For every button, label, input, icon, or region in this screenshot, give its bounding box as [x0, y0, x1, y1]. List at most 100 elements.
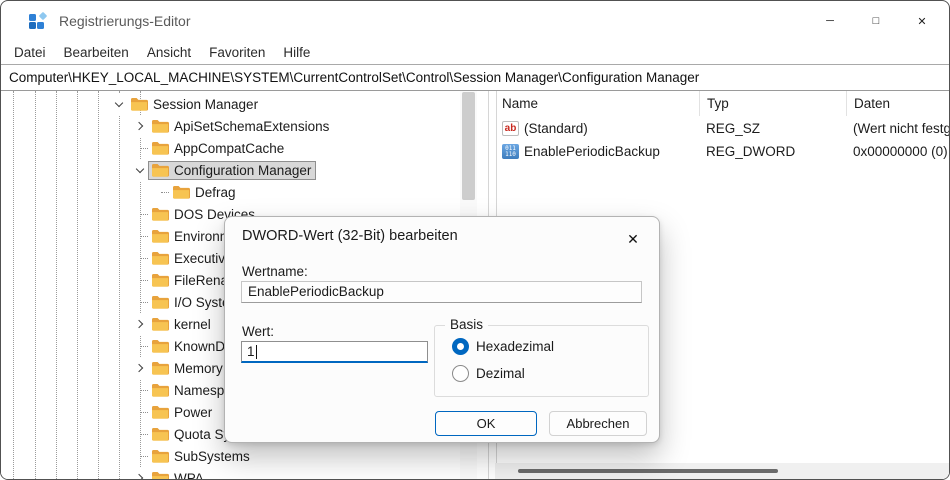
expander-icon[interactable]	[111, 93, 127, 115]
menu-bar: Datei Bearbeiten Ansicht Favoriten Hilfe	[1, 41, 949, 64]
value-type-icon: ab	[502, 121, 519, 136]
value-name: (Standard)	[524, 121, 588, 136]
expander-icon[interactable]	[132, 401, 148, 423]
expander-icon[interactable]	[132, 247, 148, 269]
radio-checked-icon[interactable]	[452, 338, 469, 355]
value-row[interactable]: 011 110 EnablePeriodicBackup REG_DWORD 0x…	[495, 140, 949, 163]
ok-button[interactable]: OK	[435, 411, 537, 436]
titlebar: Registrierungs-Editor ─ □ ✕	[1, 1, 949, 41]
tree-item-label: ApiSetSchemaExtensions	[174, 118, 330, 134]
folder-icon	[173, 186, 190, 199]
expander-icon[interactable]	[132, 467, 148, 479]
folder-icon	[152, 384, 169, 397]
tree-item[interactable]: Configuration Manager	[1, 159, 479, 181]
tree-item[interactable]: WPA	[1, 467, 479, 479]
tree-item[interactable]: SubSystems	[1, 445, 479, 467]
expander-icon[interactable]	[132, 225, 148, 247]
column-header-daten[interactable]: Daten	[846, 91, 949, 116]
expander-icon[interactable]	[132, 291, 148, 313]
text-caret	[255, 344, 257, 359]
value-data: 0x00000000 (0)	[853, 144, 948, 159]
radio-label: Dezimal	[476, 366, 525, 381]
radio-hexadezimal[interactable]: Hexadezimal	[452, 338, 554, 355]
tree-node[interactable]: SubSystems	[148, 447, 255, 466]
edit-dword-dialog: DWORD-Wert (32-Bit) bearbeiten ✕ Wertnam…	[224, 216, 660, 443]
tree-node[interactable]: Session Manager	[127, 95, 263, 114]
folder-icon	[152, 450, 169, 463]
expander-icon[interactable]	[132, 137, 148, 159]
tree-node[interactable]: Power	[148, 403, 217, 422]
value-name-field[interactable]: EnablePeriodicBackup	[241, 281, 642, 303]
tree-node[interactable]: ApiSetSchemaExtensions	[148, 117, 334, 136]
menu-item[interactable]: Favoriten	[200, 45, 274, 60]
value-name-label: Wertname:	[242, 264, 308, 279]
menu-item[interactable]: Datei	[5, 45, 55, 60]
folder-icon	[152, 362, 169, 375]
radio-unchecked-icon[interactable]	[452, 365, 469, 382]
tree-item[interactable]: ApiSetSchemaExtensions	[1, 115, 479, 137]
tree-item-label: WPA	[174, 470, 204, 480]
list-header: Name Typ Daten	[495, 91, 949, 116]
column-header-typ[interactable]: Typ	[699, 91, 846, 116]
folder-icon	[152, 428, 169, 441]
expander-icon[interactable]	[132, 357, 148, 379]
maximize-icon[interactable]: □	[853, 4, 899, 38]
tree-item-label: AppCompatCache	[174, 140, 285, 156]
folder-icon	[152, 120, 169, 133]
tree-item-label: kernel	[174, 316, 211, 332]
tree-node[interactable]: AppCompatCache	[148, 139, 289, 158]
menu-item[interactable]: Bearbeiten	[55, 45, 138, 60]
value-type: REG_SZ	[706, 121, 761, 136]
value-row[interactable]: ab (Standard) REG_SZ (Wert nicht festgel…	[495, 117, 949, 140]
vertical-scrollbar-thumb[interactable]	[462, 92, 475, 200]
tree-node[interactable]: kernel	[148, 315, 216, 334]
expander-icon[interactable]	[132, 423, 148, 445]
column-header-name[interactable]: Name	[495, 91, 699, 116]
folder-icon	[152, 472, 169, 479]
tree-item[interactable]: Defrag	[1, 181, 479, 203]
tree-item[interactable]: Session Manager	[1, 93, 479, 115]
expander-icon[interactable]	[132, 159, 148, 181]
tree-item-label: Defrag	[195, 184, 236, 200]
expander-icon[interactable]	[153, 181, 169, 203]
expander-icon[interactable]	[132, 115, 148, 137]
dialog-close-icon[interactable]: ✕	[619, 225, 647, 253]
menu-item[interactable]: Hilfe	[274, 45, 319, 60]
horizontal-scrollbar-thumb[interactable]	[518, 469, 778, 473]
folder-icon	[131, 98, 148, 111]
tree-node[interactable]: Defrag	[169, 183, 241, 202]
close-icon[interactable]: ✕	[899, 4, 945, 38]
expander-icon[interactable]	[132, 335, 148, 357]
address-path: Computer\HKEY_LOCAL_MACHINE\SYSTEM\Curre…	[9, 70, 700, 85]
address-bar[interactable]: Computer\HKEY_LOCAL_MACHINE\SYSTEM\Curre…	[1, 64, 949, 91]
menu-item[interactable]: Ansicht	[138, 45, 200, 60]
tree-item[interactable]: AppCompatCache	[1, 137, 479, 159]
expander-icon[interactable]	[132, 379, 148, 401]
folder-icon	[152, 208, 169, 221]
value-type: REG_DWORD	[706, 144, 796, 159]
folder-icon	[152, 274, 169, 287]
horizontal-scrollbar[interactable]	[495, 463, 949, 479]
folder-icon	[152, 296, 169, 309]
value-label: Wert:	[242, 324, 275, 339]
caption-buttons: ─ □ ✕	[807, 4, 945, 38]
expander-icon[interactable]	[132, 203, 148, 225]
value-data: (Wert nicht festgelegt)	[853, 121, 949, 136]
registry-app-icon	[29, 11, 48, 30]
expander-icon[interactable]	[132, 313, 148, 335]
value-type-icon: 011 110	[502, 144, 519, 159]
expander-icon[interactable]	[132, 445, 148, 467]
cancel-button[interactable]: Abbrechen	[549, 411, 647, 436]
tree-item-label: SubSystems	[174, 448, 250, 464]
window-title: Registrierungs-Editor	[59, 13, 191, 29]
minimize-icon[interactable]: ─	[807, 4, 853, 38]
base-group-label: Basis	[445, 317, 489, 332]
expander-icon[interactable]	[132, 269, 148, 291]
tree-node[interactable]: WPA	[148, 469, 209, 480]
radio-dezimal[interactable]: Dezimal	[452, 365, 525, 382]
folder-icon	[152, 318, 169, 331]
folder-icon	[152, 230, 169, 243]
tree-node[interactable]: Configuration Manager	[148, 160, 317, 180]
value-input[interactable]: 1	[241, 341, 428, 363]
value-input-text: 1	[247, 344, 255, 359]
